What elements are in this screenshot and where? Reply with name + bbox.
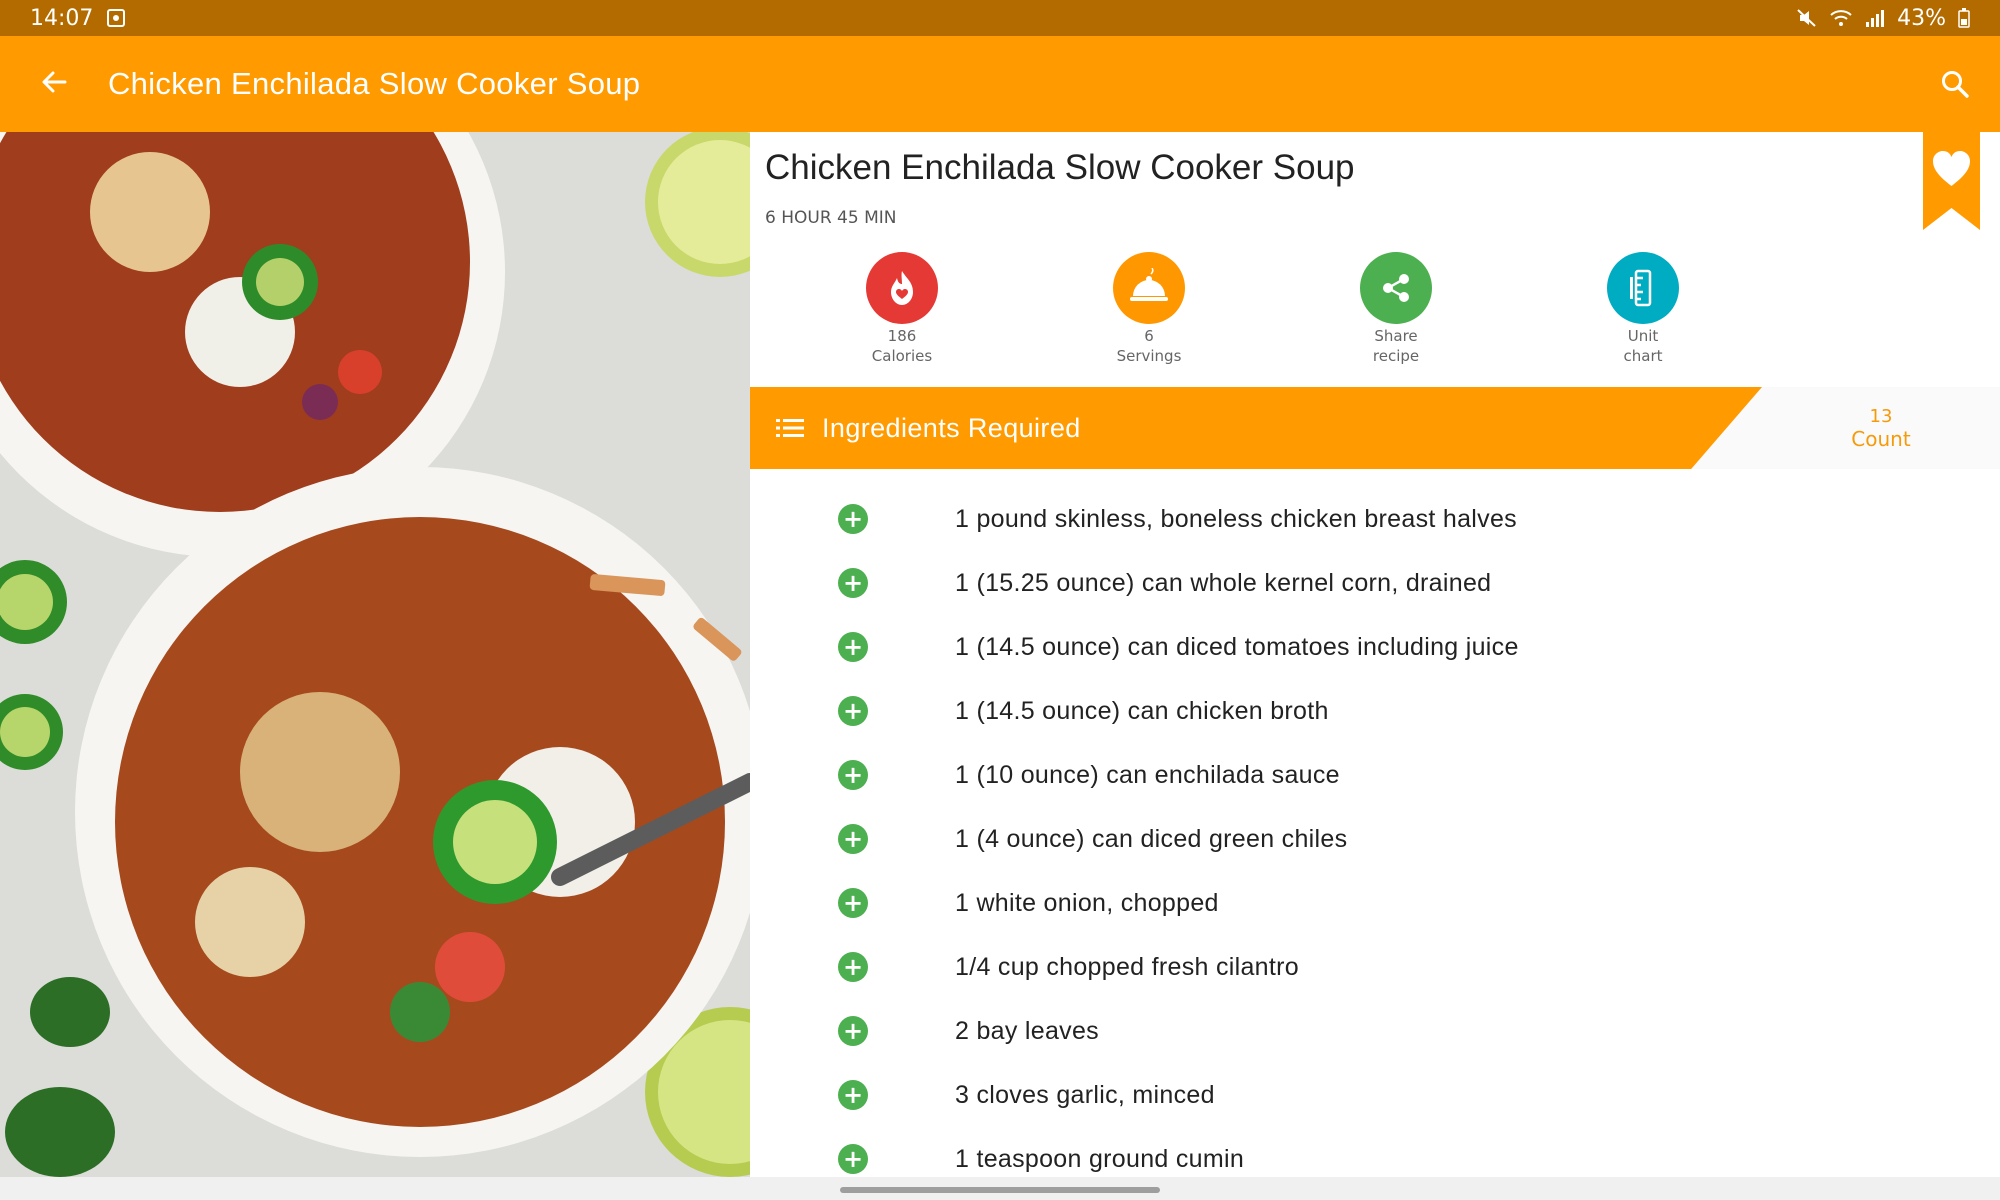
add-ingredient-button[interactable]: + [838, 632, 868, 662]
list-item: +2 bay leaves [750, 999, 2000, 1063]
add-ingredient-button[interactable]: + [838, 952, 868, 982]
calories-flame-icon [866, 252, 938, 324]
servings-value: 6 [1144, 327, 1154, 345]
ingredients-count-label: Count [1851, 426, 1911, 451]
unit-label-line2: chart [1623, 347, 1663, 365]
app-bar-title: Chicken Enchilada Slow Cooker Soup [108, 66, 641, 101]
ingredients-list: +1 pound skinless, boneless chicken brea… [750, 487, 2000, 1177]
soup-bowls-image [0, 132, 750, 1177]
serving-dish-icon [1113, 252, 1185, 324]
ingredients-header: Ingredients Required 13 Count [750, 387, 2000, 469]
ruler-icon [1607, 252, 1679, 324]
unit-label-line1: Unit [1627, 327, 1659, 345]
ingredient-text: 3 cloves garlic, minced [955, 1080, 1215, 1109]
status-time: 14:07 [30, 5, 94, 31]
servings-button[interactable]: 6 Servings [1089, 252, 1209, 366]
add-ingredient-button[interactable]: + [838, 760, 868, 790]
add-ingredient-button[interactable]: + [838, 504, 868, 534]
share-label-line1: Share [1374, 327, 1418, 345]
ingredient-text: 1 white onion, chopped [955, 888, 1219, 917]
list-item: +1 pound skinless, boneless chicken brea… [750, 487, 2000, 551]
list-item: +1/4 cup chopped fresh cilantro [750, 935, 2000, 999]
heart-bookmark-icon [1923, 132, 1980, 230]
status-bar: 14:07 43% [0, 0, 2000, 36]
list-item: +3 cloves garlic, minced [750, 1063, 2000, 1127]
arrow-back-icon [42, 71, 67, 93]
list-item: +1 (15.25 ounce) can whole kernel corn, … [750, 551, 2000, 615]
app-bar: Chicken Enchilada Slow Cooker Soup [0, 36, 2000, 132]
gesture-handle[interactable] [840, 1187, 1160, 1193]
calories-label: Calories [871, 347, 933, 365]
servings-label: Servings [1116, 347, 1182, 365]
wifi-icon [1830, 10, 1852, 26]
navigation-bar [0, 1177, 2000, 1200]
recipe-time: 6 HOUR 45 MIN [765, 208, 897, 228]
add-ingredient-button[interactable]: + [838, 1016, 868, 1046]
back-button[interactable] [0, 61, 108, 107]
list-item: +1 (14.5 ounce) can diced tomatoes inclu… [750, 615, 2000, 679]
signal-icon [1866, 10, 1885, 27]
share-icon [1360, 252, 1432, 324]
ingredients-count-value: 13 [1869, 405, 1893, 427]
add-ingredient-button[interactable]: + [838, 888, 868, 918]
add-ingredient-button[interactable]: + [838, 696, 868, 726]
calories-value: 186 [887, 327, 917, 345]
recipe-detail-panel: Chicken Enchilada Slow Cooker Soup 6 HOU… [750, 132, 2000, 1177]
list-item: +1 (10 ounce) can enchilada sauce [750, 743, 2000, 807]
ingredient-text: 1 (15.25 ounce) can whole kernel corn, d… [955, 568, 1492, 597]
add-ingredient-button[interactable]: + [838, 824, 868, 854]
screenshot-notification-icon [107, 9, 126, 27]
add-ingredient-button[interactable]: + [838, 568, 868, 598]
favorite-bookmark-button[interactable] [1923, 132, 1980, 230]
status-left: 14:07 [30, 5, 126, 31]
ingredients-title: Ingredients Required [822, 412, 1081, 443]
recipe-title: Chicken Enchilada Slow Cooker Soup [765, 148, 1355, 187]
ingredient-text: 1/4 cup chopped fresh cilantro [955, 952, 1299, 981]
add-ingredient-button[interactable]: + [838, 1080, 868, 1110]
add-ingredient-button[interactable]: + [838, 1144, 868, 1174]
ingredient-text: 2 bay leaves [955, 1016, 1099, 1045]
list-item: +1 white onion, chopped [750, 871, 2000, 935]
search-icon [1942, 71, 1969, 98]
share-recipe-button[interactable]: Share recipe [1336, 252, 1456, 366]
status-right: 43% [1797, 6, 1970, 31]
recipe-photo [0, 132, 750, 1177]
ingredient-text: 1 teaspoon ground cumin [955, 1144, 1245, 1173]
battery-percent: 43% [1897, 5, 1946, 31]
ingredients-header-bar[interactable]: Ingredients Required [750, 387, 1762, 469]
mute-icon [1797, 9, 1816, 27]
ingredient-text: 1 (10 ounce) can enchilada sauce [955, 760, 1340, 789]
list-icon [776, 417, 804, 439]
ingredient-text: 1 (4 ounce) can diced green chiles [955, 824, 1348, 853]
recipe-actions: 186 Calories 6 Servings Share recipe Uni… [750, 252, 1750, 382]
unit-chart-button[interactable]: Unit chart [1583, 252, 1703, 366]
ingredient-text: 1 (14.5 ounce) can diced tomatoes includ… [955, 632, 1519, 661]
ingredient-text: 1 (14.5 ounce) can chicken broth [955, 696, 1329, 725]
ingredient-text: 1 pound skinless, boneless chicken breas… [955, 504, 1517, 533]
list-item: +1 (4 ounce) can diced green chiles [750, 807, 2000, 871]
list-item: +1 (14.5 ounce) can chicken broth [750, 679, 2000, 743]
share-label-line2: recipe [1372, 347, 1420, 365]
battery-icon [1958, 8, 1970, 28]
ingredients-count: 13 Count [1762, 387, 2000, 469]
calories-button[interactable]: 186 Calories [842, 252, 962, 366]
list-item: +1 teaspoon ground cumin [750, 1127, 2000, 1177]
search-button[interactable] [1910, 69, 2000, 99]
